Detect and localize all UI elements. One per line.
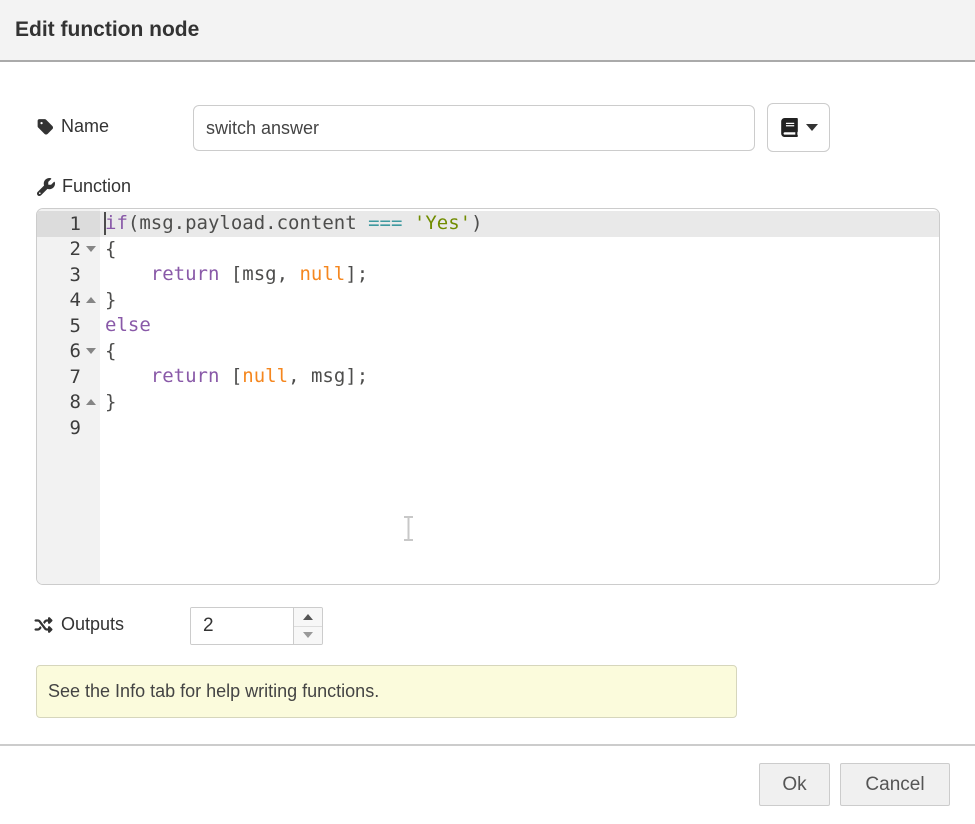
fold-open-icon[interactable] [81, 348, 100, 354]
line-number: 7 [37, 366, 81, 388]
form-tips-text: See the Info tab for help writing functi… [48, 681, 379, 702]
caret-down-icon [806, 124, 818, 131]
function-label: Function [37, 176, 131, 197]
code-line-2[interactable]: { [100, 237, 939, 263]
editor-line-9: 9 [37, 415, 939, 441]
line-number: 6 [37, 340, 81, 362]
arrow-up-icon [303, 614, 313, 620]
editor-lines: 1if(msg.payload.content === 'Yes')2{3 re… [37, 211, 939, 441]
library-button[interactable] [767, 103, 830, 152]
code-editor[interactable]: 1if(msg.payload.content === 'Yes')2{3 re… [36, 208, 940, 585]
text-cursor [104, 212, 106, 235]
code-line-5[interactable]: else [100, 313, 939, 339]
line-number: 3 [37, 264, 81, 286]
code-line-7[interactable]: return [null, msg]; [100, 364, 939, 390]
line-number: 5 [37, 315, 81, 337]
gutter-cell-8[interactable]: 8 [37, 390, 100, 416]
tag-icon [37, 118, 54, 136]
fold-close-icon[interactable] [81, 399, 100, 405]
footer-divider [0, 744, 975, 746]
mouse-ibeam-cursor [401, 515, 416, 542]
gutter-cell-7[interactable]: 7 [37, 364, 100, 390]
gutter-cell-6[interactable]: 6 [37, 339, 100, 365]
gutter-cell-2[interactable]: 2 [37, 237, 100, 263]
gutter-cell-9[interactable]: 9 [37, 415, 100, 441]
gutter-cell-3[interactable]: 3 [37, 262, 100, 288]
editor-line-2: 2{ [37, 237, 939, 263]
fold-open-icon[interactable] [81, 246, 100, 252]
editor-line-8: 8} [37, 390, 939, 416]
book-icon [780, 118, 799, 137]
line-number: 9 [37, 417, 81, 439]
editor-line-1: 1 if(msg.payload.content === 'Yes') [37, 211, 939, 237]
editor-line-4: 4} [37, 288, 939, 314]
arrow-down-icon [303, 632, 313, 638]
random-icon [33, 616, 54, 634]
name-input[interactable] [193, 105, 755, 151]
spinner-down-button[interactable] [294, 627, 322, 645]
editor-line-5: 5 else [37, 313, 939, 339]
editor-line-7: 7 return [null, msg]; [37, 364, 939, 390]
spinner-up-button[interactable] [294, 608, 322, 627]
code-line-8[interactable]: } [100, 390, 939, 416]
editor-line-6: 6{ [37, 339, 939, 365]
outputs-input[interactable] [191, 608, 293, 644]
gutter-cell-5[interactable]: 5 [37, 313, 100, 339]
gutter-cell-1[interactable]: 1 [37, 211, 100, 237]
line-number: 2 [37, 238, 81, 260]
line-number: 4 [37, 289, 81, 311]
outputs-label-text: Outputs [61, 614, 124, 635]
spinner-buttons [293, 608, 322, 644]
name-label-text: Name [61, 116, 109, 137]
code-line-9[interactable] [100, 415, 939, 441]
ok-button[interactable]: Ok [759, 763, 830, 806]
wrench-icon [37, 178, 55, 196]
gutter-cell-4[interactable]: 4 [37, 288, 100, 314]
code-line-3[interactable]: return [msg, null]; [100, 262, 939, 288]
cancel-button[interactable]: Cancel [840, 763, 950, 806]
name-label: Name [37, 116, 109, 137]
function-label-text: Function [62, 176, 131, 197]
code-line-6[interactable]: { [100, 339, 939, 365]
editor-line-3: 3 return [msg, null]; [37, 262, 939, 288]
outputs-label: Outputs [33, 614, 124, 635]
form-tips: See the Info tab for help writing functi… [36, 665, 737, 718]
code-line-4[interactable]: } [100, 288, 939, 314]
code-line-1[interactable]: if(msg.payload.content === 'Yes') [100, 211, 939, 237]
edit-function-node-dialog: Edit function node Name Function 1 if(msg… [0, 0, 975, 824]
line-number: 1 [37, 213, 81, 235]
line-number: 8 [37, 391, 81, 413]
dialog-header: Edit function node [0, 0, 975, 62]
outputs-spinner [190, 607, 323, 645]
fold-close-icon[interactable] [81, 297, 100, 303]
dialog-title: Edit function node [15, 18, 199, 42]
